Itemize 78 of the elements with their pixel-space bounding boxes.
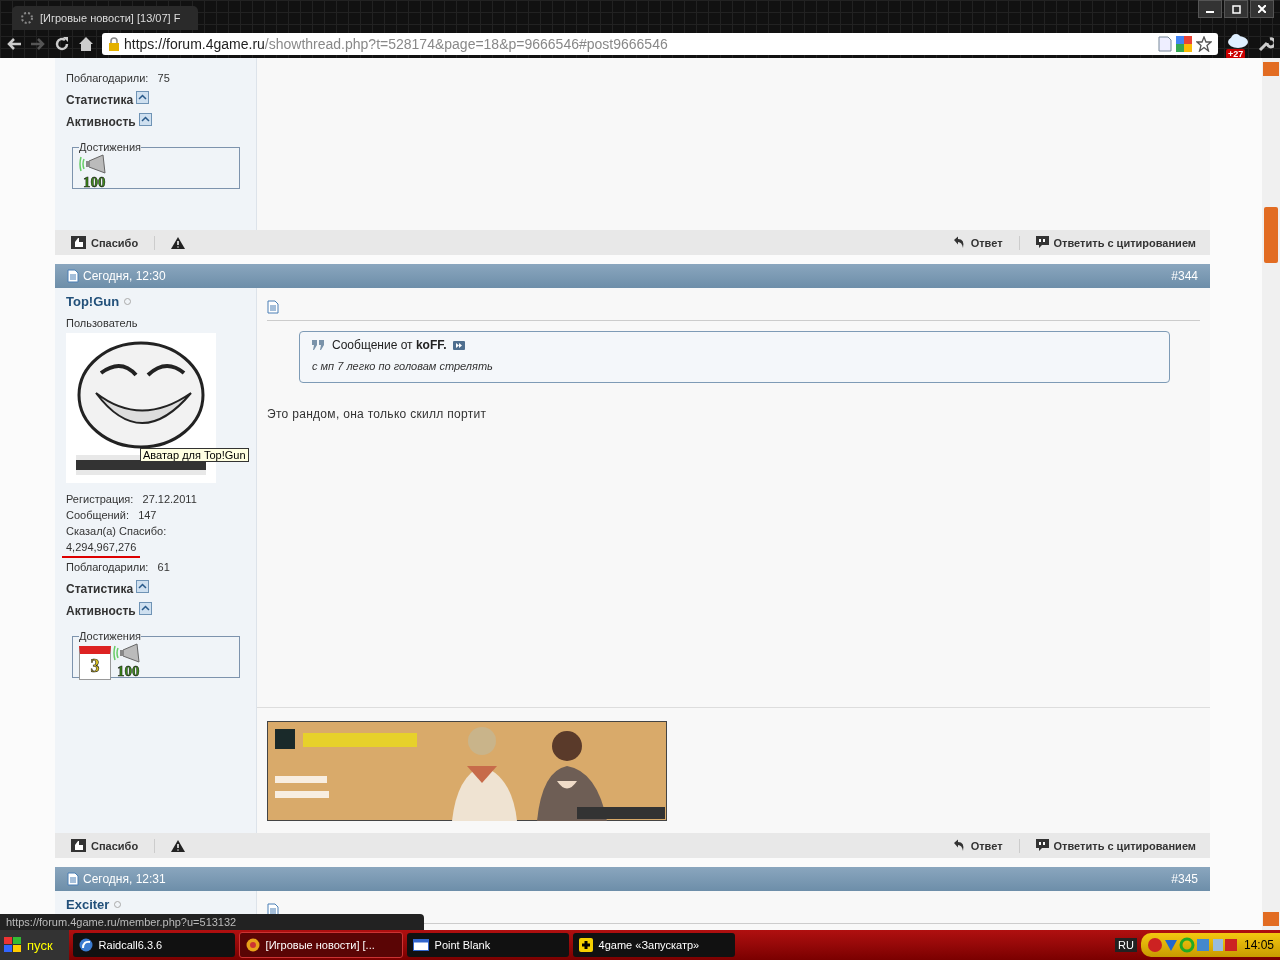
reply-icon	[952, 839, 966, 852]
close-button[interactable]	[1250, 0, 1274, 18]
maximize-icon	[1231, 4, 1241, 14]
message-text: Это рандом, она только скилл портит	[267, 407, 488, 421]
post-date: Сегодня, 12:31	[83, 872, 166, 886]
browser-tab[interactable]: [Игровые новости] [13/07] F	[12, 6, 198, 30]
user-role: Пользователь	[66, 317, 139, 329]
megaphone-badge: 100	[79, 153, 115, 191]
warning-icon[interactable]	[171, 839, 186, 852]
username-link[interactable]: Exciter	[66, 897, 110, 912]
star-icon[interactable]	[1196, 36, 1212, 52]
browser-icon	[245, 938, 260, 952]
user-stat: Регистрация: 27.12.2011	[66, 493, 198, 506]
warning-icon[interactable]	[171, 236, 186, 249]
collapse-icon[interactable]	[138, 112, 152, 126]
close-icon	[1258, 5, 1266, 13]
quote-icon	[312, 340, 326, 350]
section-toggle[interactable]: Статистика	[66, 93, 134, 107]
clock: 14:05	[1243, 938, 1274, 952]
post-icon	[67, 872, 79, 886]
username-link[interactable]: Top!Gun	[66, 294, 120, 309]
post-icon	[67, 269, 79, 283]
reply-icon	[952, 236, 966, 249]
thumbs-up-icon	[71, 839, 86, 852]
achievements-title: Достижения	[79, 141, 142, 153]
windows-flag-icon	[4, 937, 22, 953]
taskbar-button[interactable]: 4game «Запускатр»	[572, 933, 735, 957]
user-stat: Поблагодарили: 75	[66, 72, 171, 85]
reload-icon[interactable]	[54, 36, 70, 52]
quote-author-line: Сообщение от koFF.	[332, 338, 447, 352]
start-button[interactable]: пуск	[0, 930, 69, 960]
taskbar-button[interactable]: Point Blank	[406, 933, 569, 957]
document-icon	[267, 300, 279, 314]
loading-icon	[20, 11, 34, 25]
plus-icon	[578, 938, 593, 952]
thanks-button[interactable]: Спасибо	[71, 839, 139, 852]
quote-reply-button[interactable]: Ответить с цитированием	[1035, 236, 1196, 249]
language-indicator[interactable]: RU	[1115, 938, 1137, 952]
app-icon	[78, 938, 93, 952]
quote-bubble-icon	[1035, 236, 1049, 249]
forward-icon[interactable]	[30, 37, 46, 51]
thumbs-up-icon	[71, 236, 86, 249]
maximize-button[interactable]	[1224, 0, 1248, 18]
calendar-badge: 3	[79, 646, 111, 680]
view-post-icon[interactable]	[452, 340, 465, 350]
minimize-button[interactable]	[1198, 0, 1222, 18]
achievements-title: Достижения	[79, 630, 142, 642]
tray-icons-drawing[interactable]	[1146, 937, 1237, 953]
megaphone-badge: 100	[113, 642, 149, 680]
quote-reply-button[interactable]: Ответить с цитированием	[1035, 839, 1196, 852]
page-icon[interactable]	[1158, 36, 1172, 52]
taskbar-button[interactable]: [Игровые новости] [...	[238, 932, 403, 958]
wrench-icon[interactable]	[1258, 36, 1274, 52]
status-url: https://forum.4game.ru/member.php?u=513132	[0, 914, 424, 930]
address-bar[interactable]: https://forum.4game.ru/showthread.php?t=528174&page=18&p=9666546#post9666546	[102, 33, 1218, 55]
back-icon[interactable]	[6, 37, 22, 51]
window-icon	[412, 939, 429, 951]
section-toggle[interactable]: Статистика	[66, 582, 134, 596]
quote-bubble-icon	[1035, 839, 1049, 852]
collapse-icon[interactable]	[138, 601, 152, 615]
lock-icon	[108, 37, 120, 51]
reply-button[interactable]: Ответ	[952, 236, 1003, 249]
collapse-icon[interactable]	[136, 579, 150, 593]
thanks-button[interactable]: Спасибо	[71, 236, 139, 249]
section-toggle[interactable]: Активность	[66, 604, 136, 618]
post-date: Сегодня, 12:30	[83, 269, 166, 283]
scrollbar[interactable]	[1262, 58, 1280, 930]
user-stat: 4,294,967,276	[62, 541, 141, 558]
collapse-icon[interactable]	[136, 90, 150, 104]
avatar-tooltip: Аватар для Top!Gun	[140, 448, 249, 462]
quote-text: с мп 7 легко по головам стрелять	[312, 360, 494, 372]
section-toggle[interactable]: Активность	[66, 115, 136, 129]
user-stat: Сказал(а) Спасибо:	[66, 525, 168, 538]
home-icon[interactable]	[78, 36, 94, 52]
user-stat: Сообщений: 147	[66, 509, 158, 522]
user-stat: Поблагодарили: 61	[66, 561, 171, 574]
taskbar-button[interactable]: Raidcall6.3.6	[72, 933, 235, 957]
reply-button[interactable]: Ответ	[952, 839, 1003, 852]
